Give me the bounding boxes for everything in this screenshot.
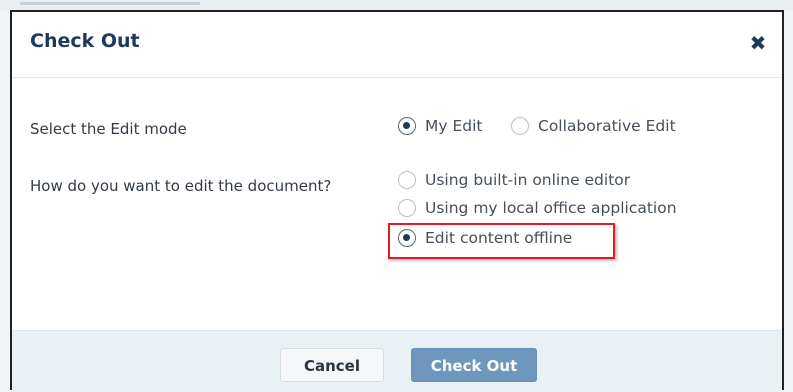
radio-checked-icon: [398, 117, 416, 135]
highlight-annotation-box: [388, 223, 615, 259]
background-text-fragment: [20, 2, 200, 5]
dialog-header: Check Out ✖: [12, 12, 782, 78]
radio-collaborative-edit-label: Collaborative Edit: [538, 117, 676, 135]
radio-my-edit-label: My Edit: [425, 117, 483, 135]
check-out-button[interactable]: Check Out: [411, 348, 537, 382]
radio-collaborative-edit[interactable]: Collaborative Edit: [511, 117, 676, 135]
background-page-strip: [0, 0, 793, 10]
cancel-button[interactable]: Cancel: [280, 348, 384, 382]
screen-background: Check Out ✖ Select the Edit mode My Edit…: [0, 0, 793, 392]
check-out-dialog: Check Out ✖ Select the Edit mode My Edit…: [10, 10, 784, 392]
radio-local-office-app[interactable]: Using my local office application: [398, 199, 677, 217]
radio-online-editor[interactable]: Using built-in online editor: [398, 171, 630, 189]
radio-my-edit[interactable]: My Edit: [398, 117, 483, 135]
edit-method-label: How do you want to edit the document?: [30, 177, 332, 195]
edit-mode-label: Select the Edit mode: [30, 120, 187, 138]
radio-local-office-app-label: Using my local office application: [425, 199, 677, 217]
radio-unchecked-icon: [398, 199, 416, 217]
close-icon[interactable]: ✖: [746, 31, 770, 55]
radio-unchecked-icon: [398, 171, 416, 189]
radio-unchecked-icon: [511, 117, 529, 135]
radio-online-editor-label: Using built-in online editor: [425, 171, 631, 189]
dialog-title: Check Out: [30, 30, 140, 52]
dialog-footer: Cancel Check Out: [12, 330, 782, 392]
